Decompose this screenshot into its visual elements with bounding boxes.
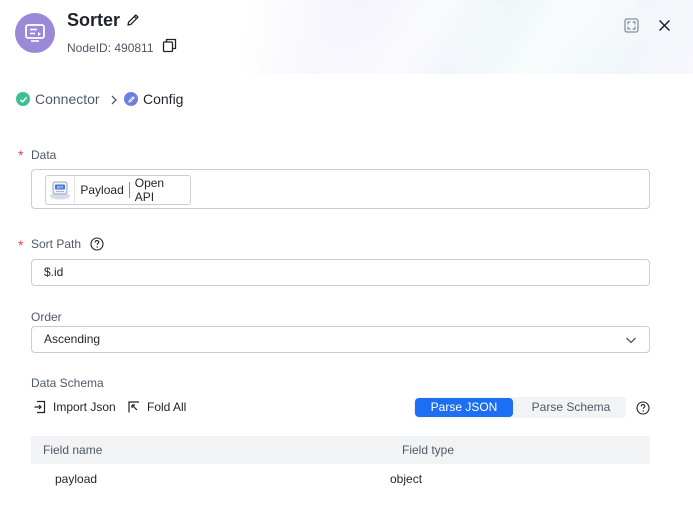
import-json-button[interactable]: Import Json	[33, 400, 116, 414]
required-asterisk: *	[18, 147, 24, 163]
chevron-right-icon	[111, 95, 117, 105]
column-header-field-type: Field type	[402, 443, 455, 457]
header-decoration	[438, 0, 662, 74]
order-selected-value: Ascending	[44, 332, 101, 346]
data-source-chip[interactable]: API Payload Open API	[45, 175, 191, 205]
node-avatar	[15, 13, 55, 53]
data-field[interactable]: API Payload Open API	[31, 169, 650, 209]
breadcrumb-label: Config	[143, 91, 184, 107]
data-source-name: Payload	[80, 183, 124, 197]
close-icon[interactable]	[657, 18, 672, 33]
column-header-field-name: Field name	[43, 443, 103, 457]
breadcrumb-label: Connector	[35, 91, 100, 107]
sort-path-label: Sort Path	[31, 237, 82, 251]
api-icon: API	[46, 176, 76, 204]
parse-schema-button[interactable]: Parse Schema	[518, 398, 624, 417]
import-icon	[34, 400, 46, 414]
pencil-icon[interactable]	[125, 12, 141, 28]
breadcrumb-step-config[interactable]: Config	[124, 91, 183, 107]
field-name-cell: payload	[55, 472, 98, 486]
parse-json-button[interactable]: Parse JSON	[415, 398, 513, 417]
schema-table-header: Field name Field type	[31, 436, 650, 464]
panel-header: Sorter NodeID: 490811	[0, 0, 693, 74]
data-connector-name: Open API	[134, 176, 165, 204]
sorter-icon	[25, 24, 45, 42]
import-json-label: Import Json	[53, 400, 116, 414]
order-label: Order	[31, 310, 62, 324]
fold-icon	[128, 401, 139, 413]
pencil-circle-icon	[124, 92, 138, 106]
check-circle-icon	[16, 92, 30, 106]
order-select[interactable]: Ascending	[31, 326, 650, 353]
fold-all-button[interactable]: Fold All	[127, 400, 186, 414]
node-config-panel: Sorter NodeID: 490811 Connector Config *…	[0, 0, 693, 507]
fold-all-label: Fold All	[147, 400, 187, 414]
sort-path-input[interactable]: $.id	[31, 259, 650, 286]
data-label: Data	[31, 148, 57, 162]
question-circle-icon[interactable]	[636, 401, 650, 415]
copy-icon[interactable]	[162, 38, 177, 53]
question-circle-icon[interactable]	[90, 237, 104, 251]
expand-icon[interactable]	[624, 18, 639, 33]
parse-mode-toggle: Parse JSON Parse Schema	[414, 397, 626, 418]
chevron-down-icon	[626, 337, 636, 344]
required-asterisk: *	[18, 237, 24, 253]
data-schema-label: Data Schema	[31, 376, 104, 390]
node-id: NodeID: 490811	[67, 41, 154, 55]
node-title: Sorter	[67, 10, 121, 30]
breadcrumb-step-connector[interactable]: Connector	[16, 91, 100, 107]
svg-text:API: API	[57, 185, 63, 190]
field-type-cell: object	[390, 472, 423, 486]
